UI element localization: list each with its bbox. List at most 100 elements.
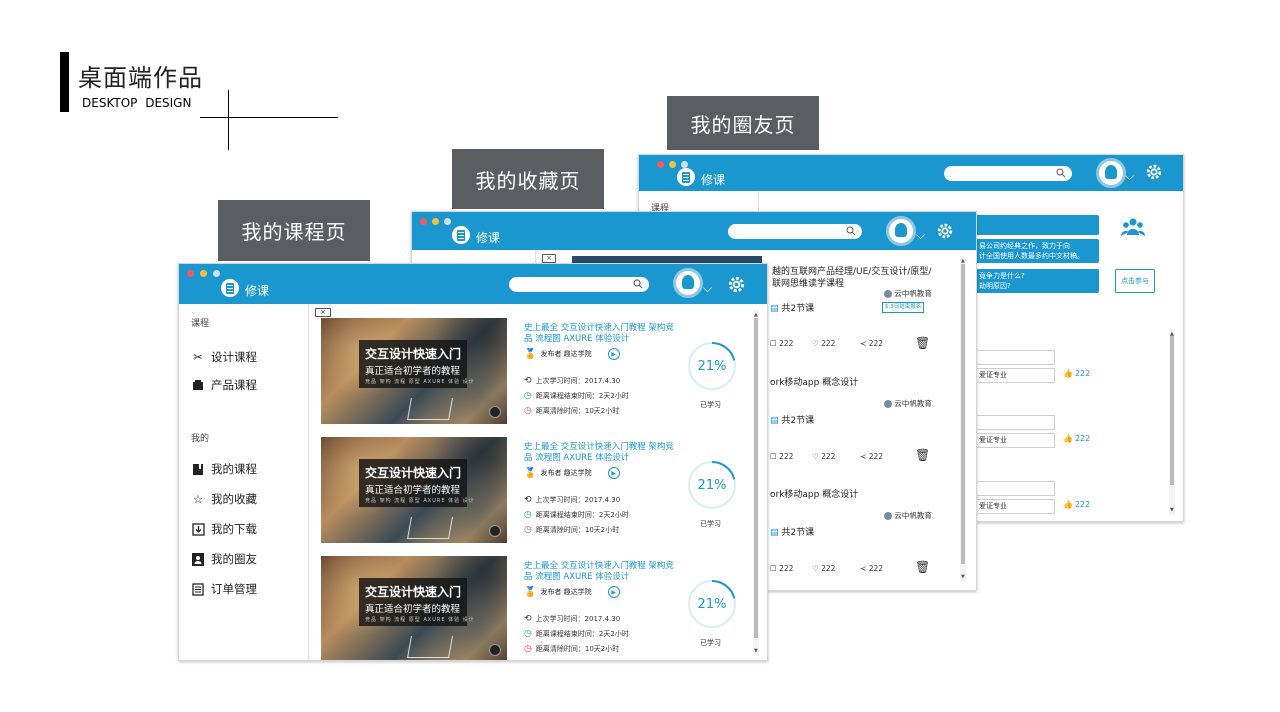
page-title: 桌面端作品	[78, 64, 203, 92]
chevron-down-icon[interactable]: ⌵	[916, 228, 925, 243]
gear-icon[interactable]	[727, 275, 746, 298]
sidebar-item-product-course[interactable]: 产品课程	[191, 377, 257, 393]
trash-icon[interactable]: 🗑	[915, 336, 930, 350]
minimize-dot[interactable]	[669, 161, 676, 168]
trash-icon[interactable]: 🗑	[915, 448, 930, 462]
course-thumbnail[interactable]: 交互设计快速入门 真正适合初学者的教程 竞品 架构 流程 原型 AXURE 体验…	[321, 437, 507, 543]
like-button-3[interactable]: 👍 222	[1063, 500, 1090, 509]
fav-item-2-like[interactable]: ♡ 222	[812, 452, 835, 461]
scrollbar[interactable]	[753, 310, 759, 656]
fav-item-3-share[interactable]: ≺ 222	[860, 564, 883, 573]
course-thumbnail[interactable]: 交互设计快速入门 真正适合初学者的教程 竞品 架构 流程 原型 AXURE 体验…	[321, 556, 507, 660]
course-title[interactable]: 史上最全 交互设计快速入门教程 架构竞品 流程图 AXURE 体验设计	[524, 323, 679, 345]
gear-icon[interactable]	[1145, 163, 1163, 185]
fav-item-1-title-b[interactable]: 联网思维读学课程	[772, 276, 844, 289]
like-button-2[interactable]: 👍 222	[1063, 434, 1090, 443]
last-study-time: ⟲ 上次学习时间：2017.4.30	[524, 376, 620, 386]
answer-tag-2: 爱证专业	[975, 433, 1055, 448]
sidebar-item-my-courses[interactable]: 我的课程	[191, 461, 257, 477]
thumbs-up-icon: 👍	[1063, 500, 1073, 509]
fav-item-1-comment[interactable]: ☐ 222	[770, 339, 793, 348]
reply-input-2[interactable]	[975, 415, 1055, 430]
avatar[interactable]	[673, 268, 703, 298]
fav-item-1-share[interactable]: ≺ 222	[860, 339, 883, 348]
last-study-label: 上次学习时间：2017.4.30	[535, 496, 621, 504]
course-title[interactable]: 史上最全 交互设计快速入门教程 架构竞品 流程图 AXURE 体验设计	[524, 561, 679, 583]
fav-item-2-title[interactable]: ork移动app 概念设计	[770, 375, 858, 388]
sidebar-item-label: 订单管理	[211, 582, 257, 596]
scroll-up-arrow-icon[interactable]: ▲	[754, 312, 758, 318]
course-end-time: ◷ 距离课程结束时间：2天2小时	[524, 629, 629, 639]
join-button[interactable]: 点击参与	[1115, 269, 1155, 293]
maximize-dot[interactable]	[444, 218, 451, 225]
fav-item-3-lessons: ▤ 共2节课	[770, 525, 814, 538]
sidebar-item-my-favorites[interactable]: ☆ 我的收藏	[191, 491, 257, 507]
chevron-down-icon[interactable]: ⌵	[703, 281, 712, 296]
sidebar-item-design-course[interactable]: ✂ 设计课程	[191, 349, 257, 365]
play-icon[interactable]: ▶	[607, 467, 620, 479]
publisher-label: 发布者 趣达学院	[540, 350, 592, 358]
course-thumbnail[interactable]: 交互设计快速入门 真正适合初学者的教程 竞品 架构 流程 原型 AXURE 体验…	[321, 318, 507, 424]
fav-item-3-like[interactable]: ♡ 222	[812, 564, 835, 573]
share-icon: ≺	[860, 452, 867, 461]
end-time-label: 距离课程结束时间：2天2小时	[535, 511, 629, 519]
circle-post-1[interactable]: 易公司约经典之作，致力于向 计全国使用人数最多约中文材稿。	[975, 239, 1099, 263]
course-end-time: ◷ 距离课程结束时间：2天2小时	[524, 391, 629, 401]
like-button-1[interactable]: 👍 222	[1063, 369, 1090, 378]
scroll-up-arrow-icon[interactable]: ▲	[1170, 331, 1174, 337]
fav-item-1-lessons: ▤ 共2节课	[770, 301, 814, 314]
maximize-dot[interactable]	[213, 270, 220, 277]
sidebar-item-my-downloads[interactable]: 我的下载	[191, 521, 257, 537]
backspace-icon[interactable]: ×	[542, 254, 556, 263]
search-input[interactable]	[728, 224, 862, 239]
scroll-down-arrow-icon[interactable]: ▼	[1170, 507, 1174, 513]
minimize-dot[interactable]	[432, 218, 439, 225]
app-logo-icon	[452, 226, 470, 244]
fav-item-2-comment[interactable]: ☐ 222	[770, 452, 793, 461]
search-icon	[846, 226, 856, 236]
sidebar-item-label: 我的收藏	[211, 492, 257, 506]
scrollbar[interactable]	[960, 256, 966, 582]
share-icon: ≺	[860, 339, 867, 348]
search-input[interactable]	[509, 277, 649, 292]
search-input[interactable]	[944, 166, 1072, 181]
play-icon[interactable]: ▶	[607, 586, 620, 598]
progress-ring: 21%	[686, 459, 738, 511]
avatar[interactable]	[1096, 158, 1126, 188]
fav-item-3-comment[interactable]: ☐ 222	[770, 564, 793, 573]
sidebar-item-order-management[interactable]: 订单管理	[191, 581, 257, 597]
fav-item-3-title[interactable]: ork移动app 概念设计	[770, 487, 858, 500]
scroll-down-arrow-icon[interactable]: ▼	[961, 574, 965, 580]
reply-input-1[interactable]	[975, 350, 1055, 365]
learned-label: 已学习	[700, 401, 721, 409]
app-logo-icon	[677, 168, 695, 186]
group-icon[interactable]	[1121, 217, 1145, 241]
scroll-down-arrow-icon[interactable]: ▼	[754, 648, 758, 654]
play-icon[interactable]: ▶	[607, 348, 620, 360]
fav-item-2-share[interactable]: ≺ 222	[860, 452, 883, 461]
avatar[interactable]	[886, 216, 916, 246]
reply-input-3[interactable]	[975, 481, 1055, 496]
history-icon: ⟲	[524, 614, 532, 624]
close-dot[interactable]	[187, 270, 194, 277]
close-dot[interactable]	[420, 218, 427, 225]
like-count: 222	[821, 339, 836, 348]
close-dot[interactable]	[657, 161, 664, 168]
last-study-time: ⟲ 上次学习时间：2017.4.30	[524, 495, 620, 505]
scrollbar[interactable]	[1169, 329, 1175, 515]
clear-time: ◷ 距离清除时间：10天2小时	[524, 644, 619, 654]
course-title[interactable]: 史上最全 交互设计快速入门教程 架构竞品 流程图 AXURE 体验设计	[524, 442, 679, 464]
fav-item-1-like[interactable]: ♡ 222	[812, 339, 835, 348]
label-course-page: 我的课程页	[218, 200, 370, 261]
lessons-count: 共2节课	[781, 528, 815, 538]
backspace-icon[interactable]: ×	[315, 308, 331, 317]
sidebar-item-my-circle[interactable]: 我的圈友	[191, 551, 257, 567]
chevron-down-icon[interactable]: ⌵	[1125, 169, 1134, 184]
maximize-dot[interactable]	[681, 161, 688, 168]
circle-post-2[interactable]: 竟争力是什么? 劫明原因?	[975, 269, 1099, 293]
share-count: 222	[868, 564, 884, 573]
trash-icon[interactable]: 🗑	[915, 560, 930, 574]
scroll-up-arrow-icon[interactable]: ▲	[961, 258, 965, 264]
minimize-dot[interactable]	[200, 270, 207, 277]
gear-icon[interactable]	[936, 222, 954, 244]
